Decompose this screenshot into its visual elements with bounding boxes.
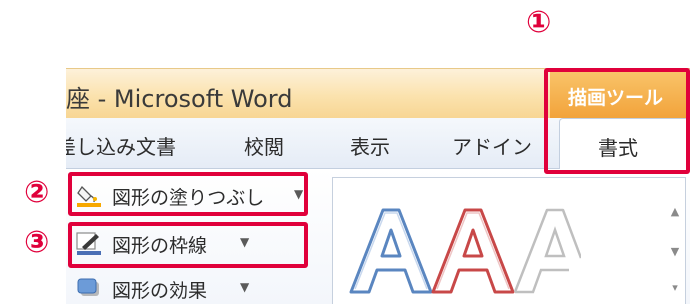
tab-mailings[interactable]: 差し込み文書 bbox=[66, 131, 176, 160]
annotation-marker-1: ① bbox=[526, 5, 552, 40]
shape-effects-label: 図形の効果 bbox=[112, 280, 208, 302]
shape-effects-icon bbox=[77, 278, 99, 296]
gallery-more-icon[interactable]: ▾ bbox=[665, 272, 685, 304]
tab-review[interactable]: 校閲 bbox=[244, 131, 284, 160]
wordart-style-white[interactable] bbox=[513, 208, 581, 294]
chevron-down-icon[interactable]: ▼ bbox=[240, 280, 249, 294]
gallery-scroll-down-icon[interactable]: ▼ bbox=[665, 236, 685, 268]
wordart-style-items bbox=[349, 208, 581, 294]
shape-effects-button[interactable]: 図形の効果 ▼ bbox=[74, 269, 310, 304]
annotation-box-drawing-tools bbox=[544, 68, 690, 174]
annotation-box-shape-outline bbox=[68, 222, 308, 268]
annotation-marker-2: ② bbox=[24, 175, 50, 210]
tab-view[interactable]: 表示 bbox=[350, 131, 390, 160]
annotation-box-shape-fill bbox=[68, 172, 308, 216]
annotation-marker-3: ③ bbox=[24, 225, 50, 260]
wordart-style-blue[interactable] bbox=[349, 208, 433, 294]
gallery-scroll-up-icon[interactable]: ▲ bbox=[665, 196, 685, 228]
wordart-style-red[interactable] bbox=[431, 208, 515, 294]
window-title: 座 - Microsoft Word bbox=[66, 85, 293, 113]
tab-addins[interactable]: アドイン bbox=[452, 131, 532, 160]
wordart-styles-gallery: ▲ ▼ ▾ bbox=[332, 177, 686, 304]
